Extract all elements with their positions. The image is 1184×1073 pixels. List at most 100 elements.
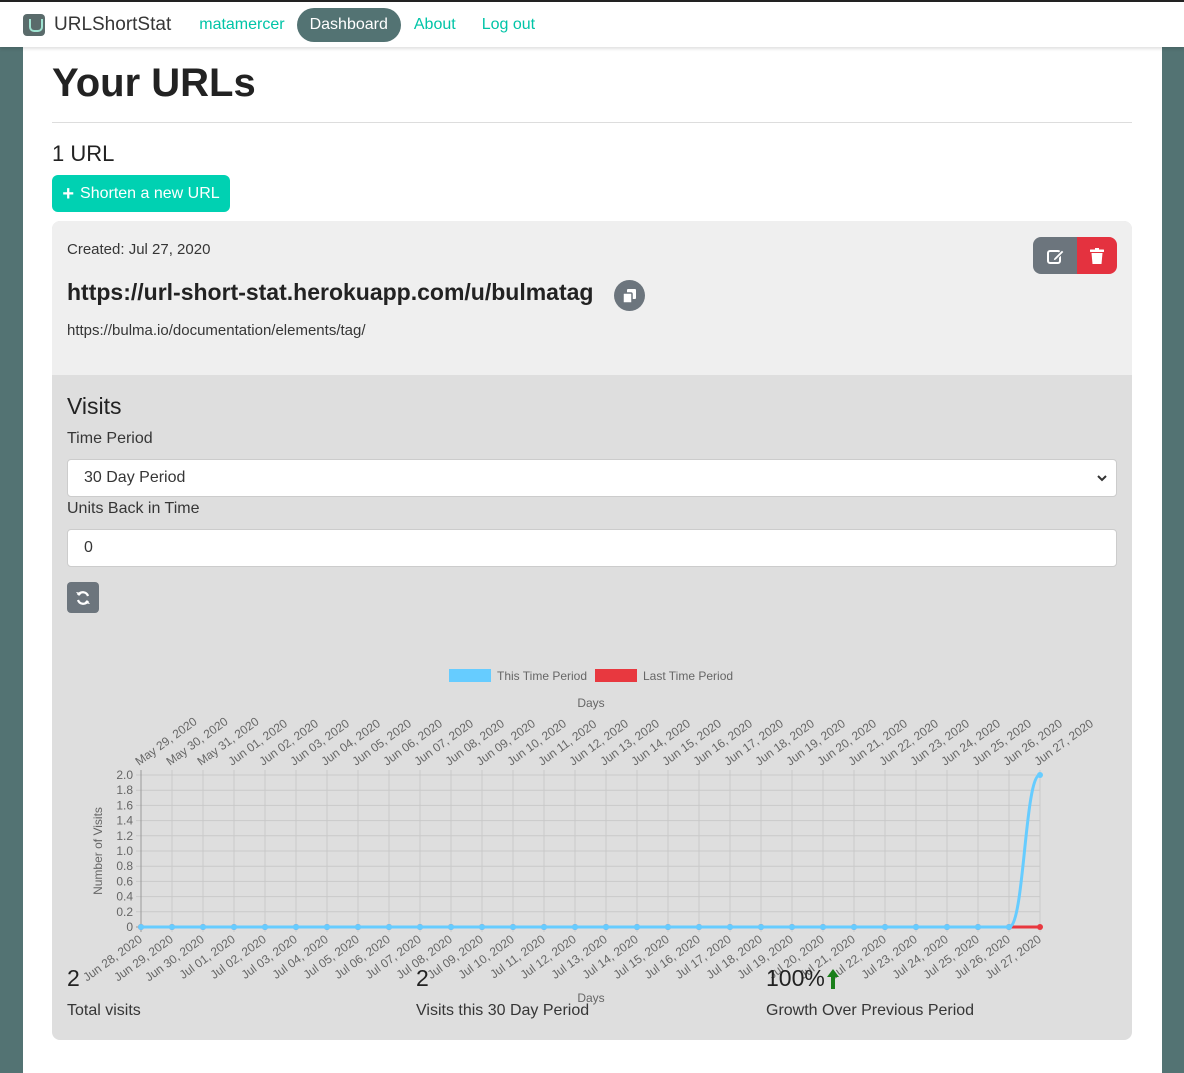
total-visits-label: Total visits [67, 1002, 141, 1019]
x-tick-label-top: Jun 19, 2020 [784, 716, 849, 768]
visits-title: Visits [67, 393, 122, 419]
x-tick-label-top: Jun 12, 2020 [567, 716, 632, 768]
units-back-input[interactable]: 0 [67, 529, 1117, 567]
edit-icon [1046, 248, 1065, 264]
series-last-period-point [138, 924, 144, 930]
delete-button[interactable] [1077, 237, 1117, 274]
y-tick-label: 1.6 [116, 798, 133, 812]
period-visits-label: Visits this 30 Day Period [416, 1002, 590, 1019]
x-tick-label-top: Jun 05, 2020 [350, 716, 415, 768]
series-this-period-point [913, 924, 919, 930]
y-tick-label: 0 [126, 920, 133, 934]
x-tick-label-top: Jun 20, 2020 [815, 716, 880, 768]
x-tick-label-top: Jun 22, 2020 [877, 716, 942, 768]
y-tick-label: 1.8 [116, 783, 133, 797]
y-tick-label: 2.0 [116, 768, 133, 782]
series-this-period-point [758, 924, 764, 930]
x-tick-label-bottom: Jul 18, 2020 [704, 932, 765, 982]
series-last-period-point [572, 924, 578, 930]
series-last-period-point [975, 924, 981, 930]
series-this-period-point [820, 924, 826, 930]
series-last-period-point [944, 924, 950, 930]
time-period-value: 30 Day Period [84, 469, 186, 486]
x-tick-label-bottom: Jul 11, 2020 [487, 932, 548, 981]
y-tick-label: 1.4 [116, 814, 133, 828]
top-navbar: URLShortStat matamercer Dashboard About … [0, 0, 1184, 47]
series-last-period-point [324, 924, 330, 930]
series-last-period-point [696, 924, 702, 930]
divider [52, 122, 1132, 123]
copy-icon [623, 288, 636, 303]
nav-logout-link[interactable]: Log out [482, 16, 535, 34]
series-this-period-point [510, 924, 516, 930]
series-last-period-point [820, 924, 826, 930]
x-tick-label-bottom: Jul 14, 2020 [580, 932, 641, 982]
x-tick-label-bottom: Jul 02, 2020 [208, 932, 269, 982]
x-tick-label-bottom: Jul 16, 2020 [642, 932, 703, 982]
x-tick-label-bottom: Jun 28, 2020 [80, 932, 145, 984]
series-last-period-point [355, 924, 361, 930]
series-last-period-point [1006, 924, 1012, 930]
time-period-select[interactable]: 30 Day Period [67, 459, 1117, 497]
url-count: 1 URL [52, 141, 115, 166]
x-tick-label-bottom: Jun 30, 2020 [142, 932, 207, 984]
x-tick-label-bottom: Jul 03, 2020 [239, 932, 300, 982]
nav-user-link[interactable]: matamercer [199, 16, 284, 34]
series-this-period-point [138, 924, 144, 930]
nav-dashboard-link[interactable]: Dashboard [296, 7, 401, 42]
long-url[interactable]: https://bulma.io/documentation/elements/… [67, 322, 366, 339]
x-tick-label-bottom: Jul 13, 2020 [549, 932, 610, 982]
series-last-period-point [293, 924, 299, 930]
series-this-period-point [665, 924, 671, 930]
shorten-new-url-button[interactable]: + Shorten a new URL [52, 175, 230, 212]
x-tick-label-top: Jun 17, 2020 [722, 716, 787, 768]
plus-icon: + [62, 182, 75, 205]
x-tick-label-top: Jun 10, 2020 [505, 716, 570, 768]
created-date: Created: Jul 27, 2020 [67, 241, 211, 258]
series-this-period-point [417, 924, 423, 930]
series-this-period-point [231, 924, 237, 930]
x-tick-label-top: Jun 01, 2020 [226, 716, 291, 768]
series-last-period-point [448, 924, 454, 930]
x-tick-label-bottom: Jul 17, 2020 [673, 932, 734, 982]
refresh-button[interactable] [67, 582, 99, 613]
y-axis-title: Number of Visits [91, 807, 105, 895]
page-title: Your URLs [52, 61, 256, 105]
edit-button[interactable] [1033, 237, 1078, 274]
series-last-period-point [913, 924, 919, 930]
x-tick-label-top: May 30, 2020 [164, 714, 231, 768]
growth-stat: 100% [766, 965, 840, 992]
url-card: Created: Jul 27, 2020 https://url-short-… [52, 221, 1132, 1040]
x-tick-label-top: Jun 14, 2020 [629, 716, 694, 768]
y-tick-label: 0.8 [116, 859, 133, 873]
y-tick-label: 0.4 [116, 890, 133, 904]
series-last-period-point [417, 924, 423, 930]
x-tick-label-top: Jun 09, 2020 [474, 716, 539, 768]
copy-button[interactable] [614, 280, 645, 311]
x-tick-label-top: Jun 16, 2020 [691, 716, 756, 768]
series-this-period-point [882, 924, 888, 930]
series-last-period-point [541, 924, 547, 930]
arrow-up-icon [826, 968, 839, 989]
series-this-period-point [727, 924, 733, 930]
series-this-period-point [851, 924, 857, 930]
x-tick-label-top: Jun 11, 2020 [536, 717, 600, 769]
brand[interactable]: URLShortStat [23, 13, 171, 36]
short-url[interactable]: https://url-short-stat.herokuapp.com/u/b… [67, 279, 593, 306]
series-this-period-point [262, 924, 268, 930]
legend-label-last: Last Time Period [643, 669, 733, 683]
series-last-period-point [603, 924, 609, 930]
series-this-period-point [541, 924, 547, 930]
series-this-period-point [355, 924, 361, 930]
growth-value: 100% [766, 965, 825, 991]
series-last-period-point [789, 924, 795, 930]
series-last-period-point [169, 924, 175, 930]
series-this-period-point [1006, 924, 1012, 930]
logo-icon [23, 13, 45, 36]
main-container: Your URLs 1 URL + Shorten a new URL Crea… [23, 47, 1162, 1073]
series-this-period-point [634, 924, 640, 930]
series-last-period-point [479, 924, 485, 930]
series-last-period-point [727, 924, 733, 930]
series-this-period-point [386, 924, 392, 930]
nav-about-link[interactable]: About [414, 16, 456, 34]
